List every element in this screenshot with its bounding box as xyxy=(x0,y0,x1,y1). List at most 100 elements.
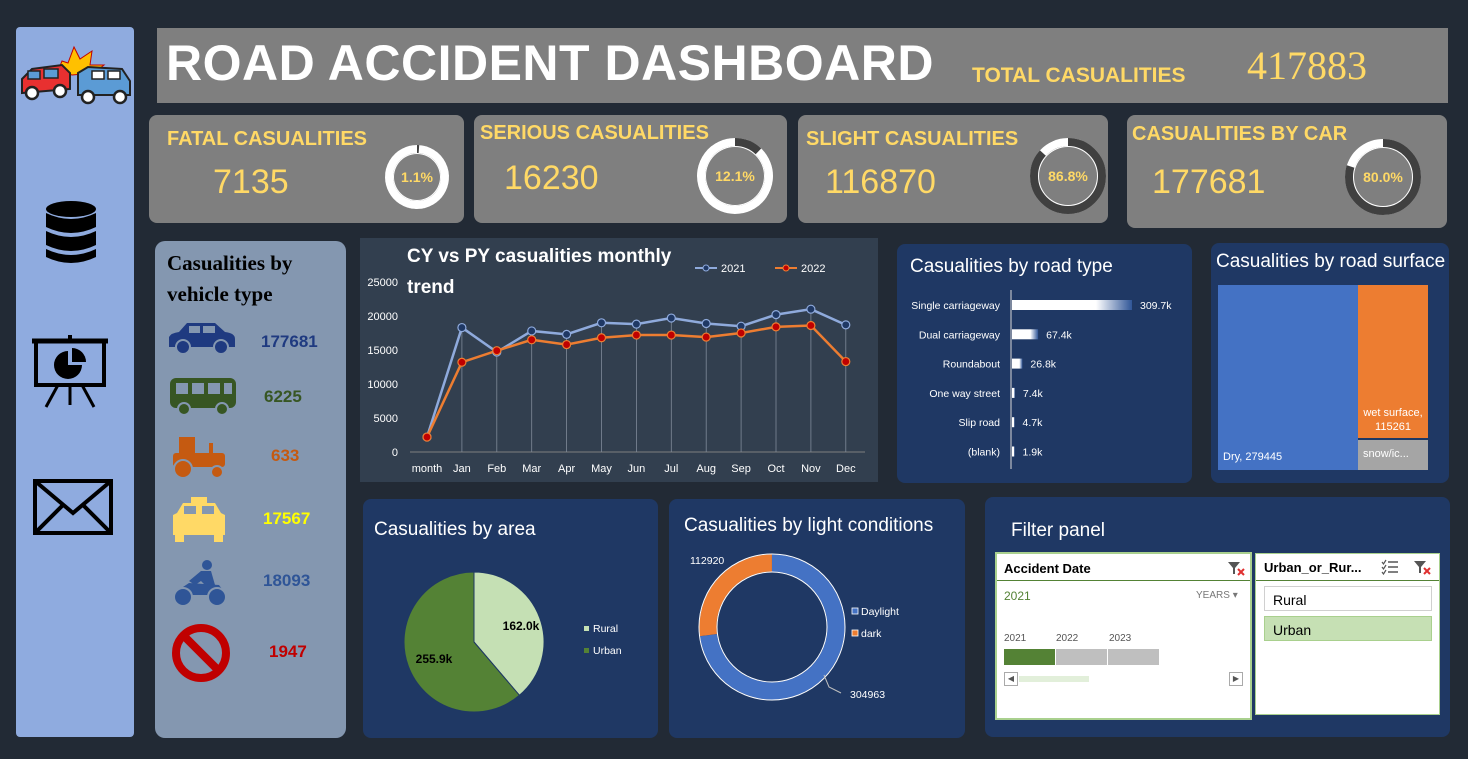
accident-date-timeline: Accident Date 2021 YEARS ▾ 2021 2022 202… xyxy=(995,552,1252,720)
timeline-bar-2023[interactable] xyxy=(1108,649,1159,665)
presentation-icon[interactable] xyxy=(32,335,108,409)
treemap-label-line: 115261 xyxy=(1375,421,1411,433)
kpi-card-car: CASUALITIES BY CAR 177681 80.0% xyxy=(1127,115,1447,228)
filter-panel: Filter panel Accident Date 2021 YEARS ▾ … xyxy=(985,497,1450,737)
x-tick-label: Feb xyxy=(487,463,506,475)
legend-label: 2021 xyxy=(721,263,745,275)
y-tick-label: 0 xyxy=(392,447,398,459)
bar-label: 67.4k xyxy=(1046,329,1072,341)
light-conditions-panel: Casualities by light conditions 112920 30… xyxy=(669,499,965,738)
legend-label: dark xyxy=(861,628,882,640)
treemap-label-line: wet surface, xyxy=(1363,407,1423,419)
legend-swatch xyxy=(584,626,589,631)
data-point xyxy=(771,310,781,320)
timeline-level-select[interactable]: YEARS ▾ xyxy=(1196,590,1238,601)
data-point xyxy=(492,346,502,356)
car-icon xyxy=(169,323,235,355)
kpi-card-serious: SERIOUS CASUALITIES 16230 12.1% xyxy=(474,115,787,223)
kpi-label: SERIOUS CASUALITIES xyxy=(480,122,709,144)
chevron-down-icon: ▾ xyxy=(1232,590,1238,601)
bus-icon xyxy=(170,378,236,416)
bar xyxy=(1012,446,1015,457)
category-label: (blank) xyxy=(968,447,1000,459)
legend-label: Urban xyxy=(593,645,622,657)
vehicle-panel-title: Casualities by vehicle type xyxy=(167,251,293,306)
kpi-pct: 80.0% xyxy=(1363,169,1403,185)
bar-label: 1.9k xyxy=(1023,447,1044,459)
kpi-label: SLIGHT CASUALITIES xyxy=(806,128,1019,150)
kpi-label: FATAL CASUALITIES xyxy=(167,128,367,150)
x-tick-label: Apr xyxy=(558,463,575,475)
slicer-item-rural[interactable]: Rural xyxy=(1264,586,1432,611)
data-point xyxy=(736,328,746,338)
panel-title: Casualities by road surface xyxy=(1216,251,1446,272)
clear-filter-icon[interactable] xyxy=(1413,559,1431,575)
data-point xyxy=(596,333,607,343)
treemap-label: wet surface, 115261 xyxy=(1358,406,1428,434)
data-point xyxy=(527,335,537,345)
timeline-bar-2022[interactable] xyxy=(1056,649,1107,665)
x-tick-label: Dec xyxy=(836,463,856,475)
slice-label: 162.0k xyxy=(503,619,540,633)
scroll-left-button[interactable]: ◀ xyxy=(1004,672,1018,686)
kpi-donut: 86.8% xyxy=(1030,138,1106,214)
chart-legend: 2021 2022 xyxy=(695,263,825,275)
bar xyxy=(1012,329,1039,340)
database-icon[interactable] xyxy=(44,199,98,267)
area-pie-chart: 162.0k 255.9k Rural Urban xyxy=(403,571,622,713)
monthly-trend-panel: CY vs PY casualities monthly trend 2021 2… xyxy=(360,238,878,482)
data-point xyxy=(457,322,467,333)
timeline-scrollbar[interactable] xyxy=(1019,676,1089,682)
y-tick-label: 10000 xyxy=(367,379,398,391)
car-crash-icon[interactable] xyxy=(18,43,134,105)
category-label: One way street xyxy=(929,388,1000,400)
slicer-item-urban[interactable]: Urban xyxy=(1264,616,1432,641)
data-point xyxy=(527,326,537,336)
treemap-label: snow/ic... xyxy=(1363,448,1409,460)
vehicle-value: 17567 xyxy=(263,509,311,528)
data-point xyxy=(562,339,572,350)
timeline-year: 2022 xyxy=(1056,633,1079,644)
kpi-value: 16230 xyxy=(504,159,599,197)
clear-filter-icon[interactable] xyxy=(1227,560,1245,576)
kpi-value: 116870 xyxy=(825,163,936,201)
x-tick-label: Nov xyxy=(801,463,821,475)
kpi-value: 177681 xyxy=(1152,163,1266,201)
category-label: Roundabout xyxy=(943,359,1000,371)
bar-label: 309.7k xyxy=(1140,300,1172,312)
legend-label: Rural xyxy=(593,623,618,635)
monthly-trend-chart: CY vs PY casualities monthly trend 2021 2… xyxy=(367,246,865,475)
tractor-icon xyxy=(173,437,225,479)
timeline-selected: 2021 xyxy=(1004,589,1031,603)
panel-title: Casualities by road type xyxy=(910,256,1113,277)
data-point xyxy=(806,320,816,331)
data-point xyxy=(666,313,676,323)
treemap-label: Dry, 279445 xyxy=(1223,451,1283,463)
data-point xyxy=(562,329,572,339)
bar xyxy=(1012,358,1023,369)
header: ROAD ACCIDENT DASHBOARD TOTAL CASUALITIE… xyxy=(157,28,1448,103)
timeline-bar-2021[interactable] xyxy=(1004,649,1055,665)
multi-select-icon[interactable] xyxy=(1381,559,1399,575)
donut-segment-dark xyxy=(699,554,773,637)
bar-label: 4.7k xyxy=(1023,417,1044,429)
timeline-title: Accident Date xyxy=(1004,561,1091,576)
legend-marker xyxy=(702,264,710,272)
vehicle-value: 1947 xyxy=(269,642,307,661)
leader-line xyxy=(823,674,842,694)
legend-swatch xyxy=(584,648,589,653)
chart-title-line2: trend xyxy=(407,277,455,298)
y-tick-label: 15000 xyxy=(367,345,398,357)
legend-label: 2022 xyxy=(801,263,825,275)
road-surface-panel: Casualities by road surface Dry, 279445 … xyxy=(1211,243,1449,483)
data-point xyxy=(771,322,781,332)
category-label: Slip road xyxy=(959,417,1001,429)
data-point xyxy=(701,332,711,342)
timeline-year: 2021 xyxy=(1004,633,1027,644)
kpi-card-fatal: FATAL CASUALITIES 7135 1.1% xyxy=(149,115,464,223)
mail-icon[interactable] xyxy=(33,479,113,535)
x-tick-label: Jan xyxy=(453,463,471,475)
scroll-right-button[interactable]: ▶ xyxy=(1229,672,1243,686)
bar xyxy=(1012,417,1015,428)
donut-label: 304963 xyxy=(850,689,885,701)
